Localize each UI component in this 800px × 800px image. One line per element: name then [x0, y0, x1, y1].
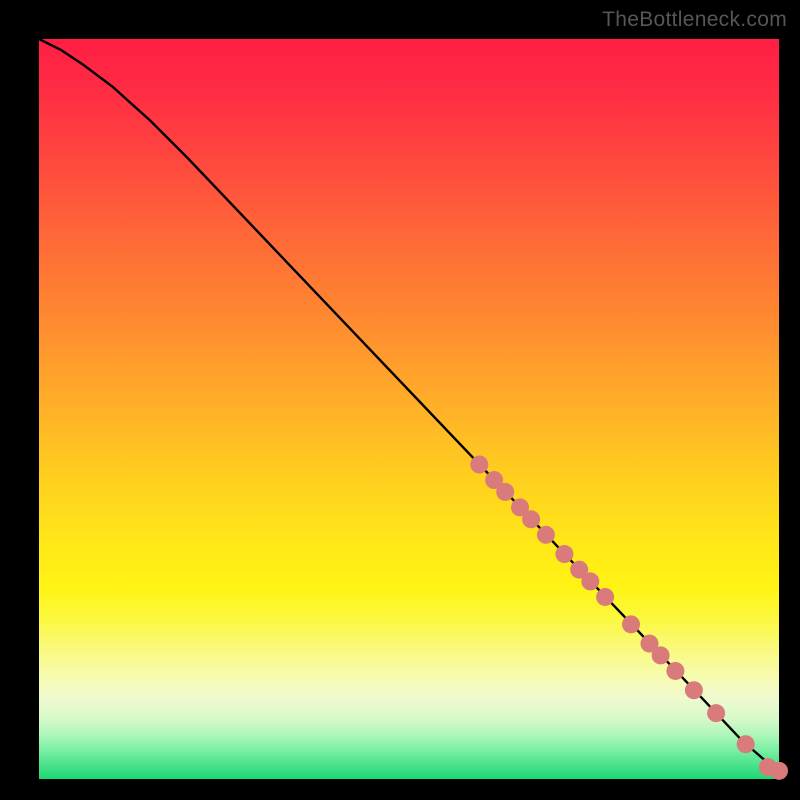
data-marker	[596, 588, 614, 606]
data-marker	[581, 572, 599, 590]
plot-area	[39, 39, 779, 779]
marker-group	[470, 456, 788, 780]
data-marker	[685, 681, 703, 699]
data-marker	[707, 704, 725, 722]
chart-frame: TheBottleneck.com	[9, 9, 791, 791]
data-marker	[496, 483, 514, 501]
data-marker	[522, 510, 540, 528]
data-marker	[470, 456, 488, 474]
data-marker	[737, 735, 755, 753]
chart-svg	[39, 39, 779, 779]
data-marker	[555, 545, 573, 563]
data-marker	[770, 762, 788, 780]
data-marker	[652, 646, 670, 664]
data-marker	[537, 526, 555, 544]
attribution-label: TheBottleneck.com	[602, 8, 787, 32]
data-marker	[622, 615, 640, 633]
data-marker	[666, 662, 684, 680]
